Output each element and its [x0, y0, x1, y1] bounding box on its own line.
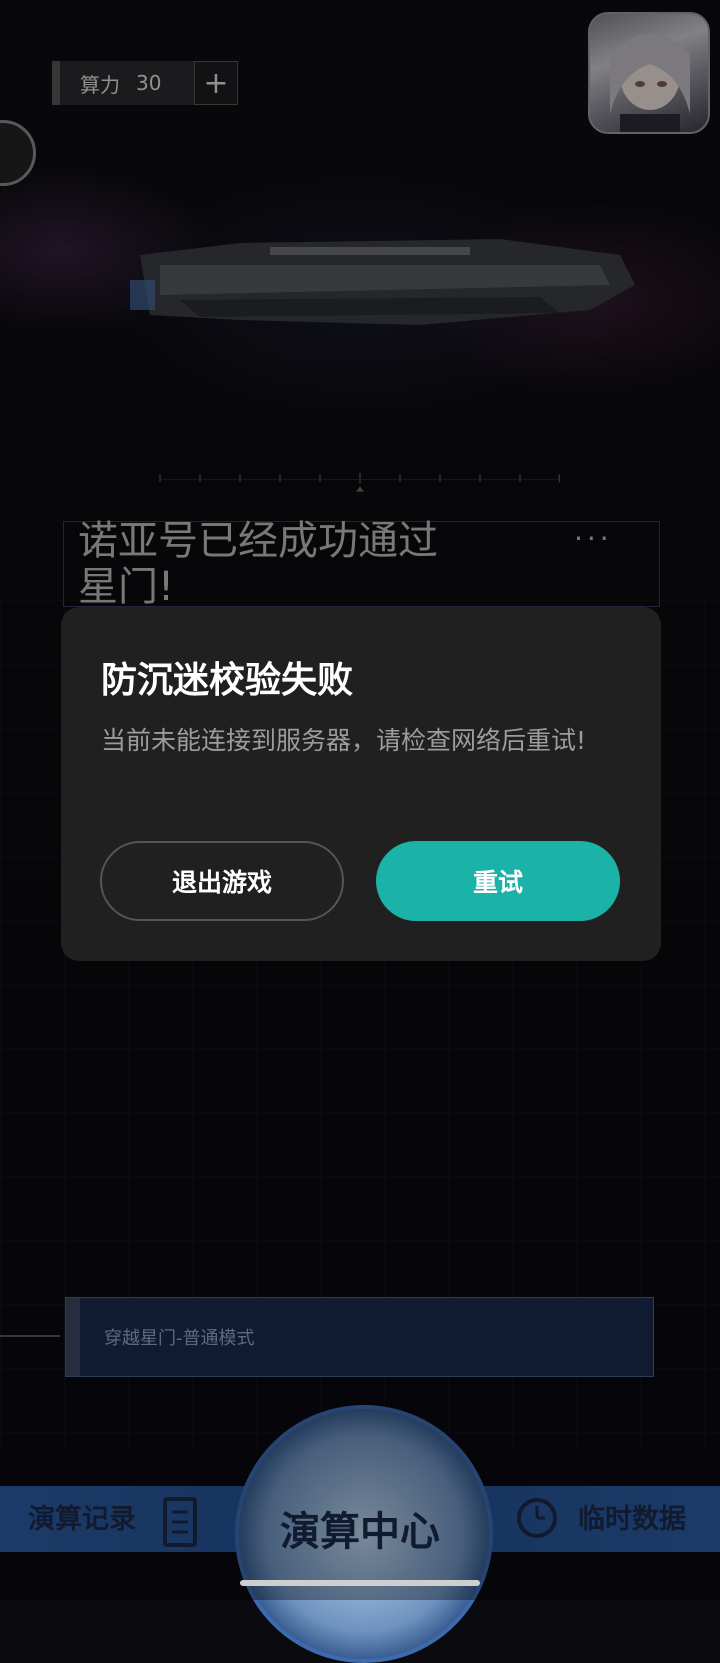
retry-button[interactable]: 重试 — [376, 841, 620, 921]
anti-addiction-dialog: 防沉迷校验失败 当前未能连接到服务器，请检查网络后重试! 退出游戏 重试 — [61, 607, 661, 961]
dialog-title: 防沉迷校验失败 — [101, 660, 354, 701]
home-indicator[interactable] — [240, 1580, 480, 1586]
dialog-message: 当前未能连接到服务器，请检查网络后重试! — [101, 726, 587, 755]
exit-game-button[interactable]: 退出游戏 — [100, 841, 344, 921]
